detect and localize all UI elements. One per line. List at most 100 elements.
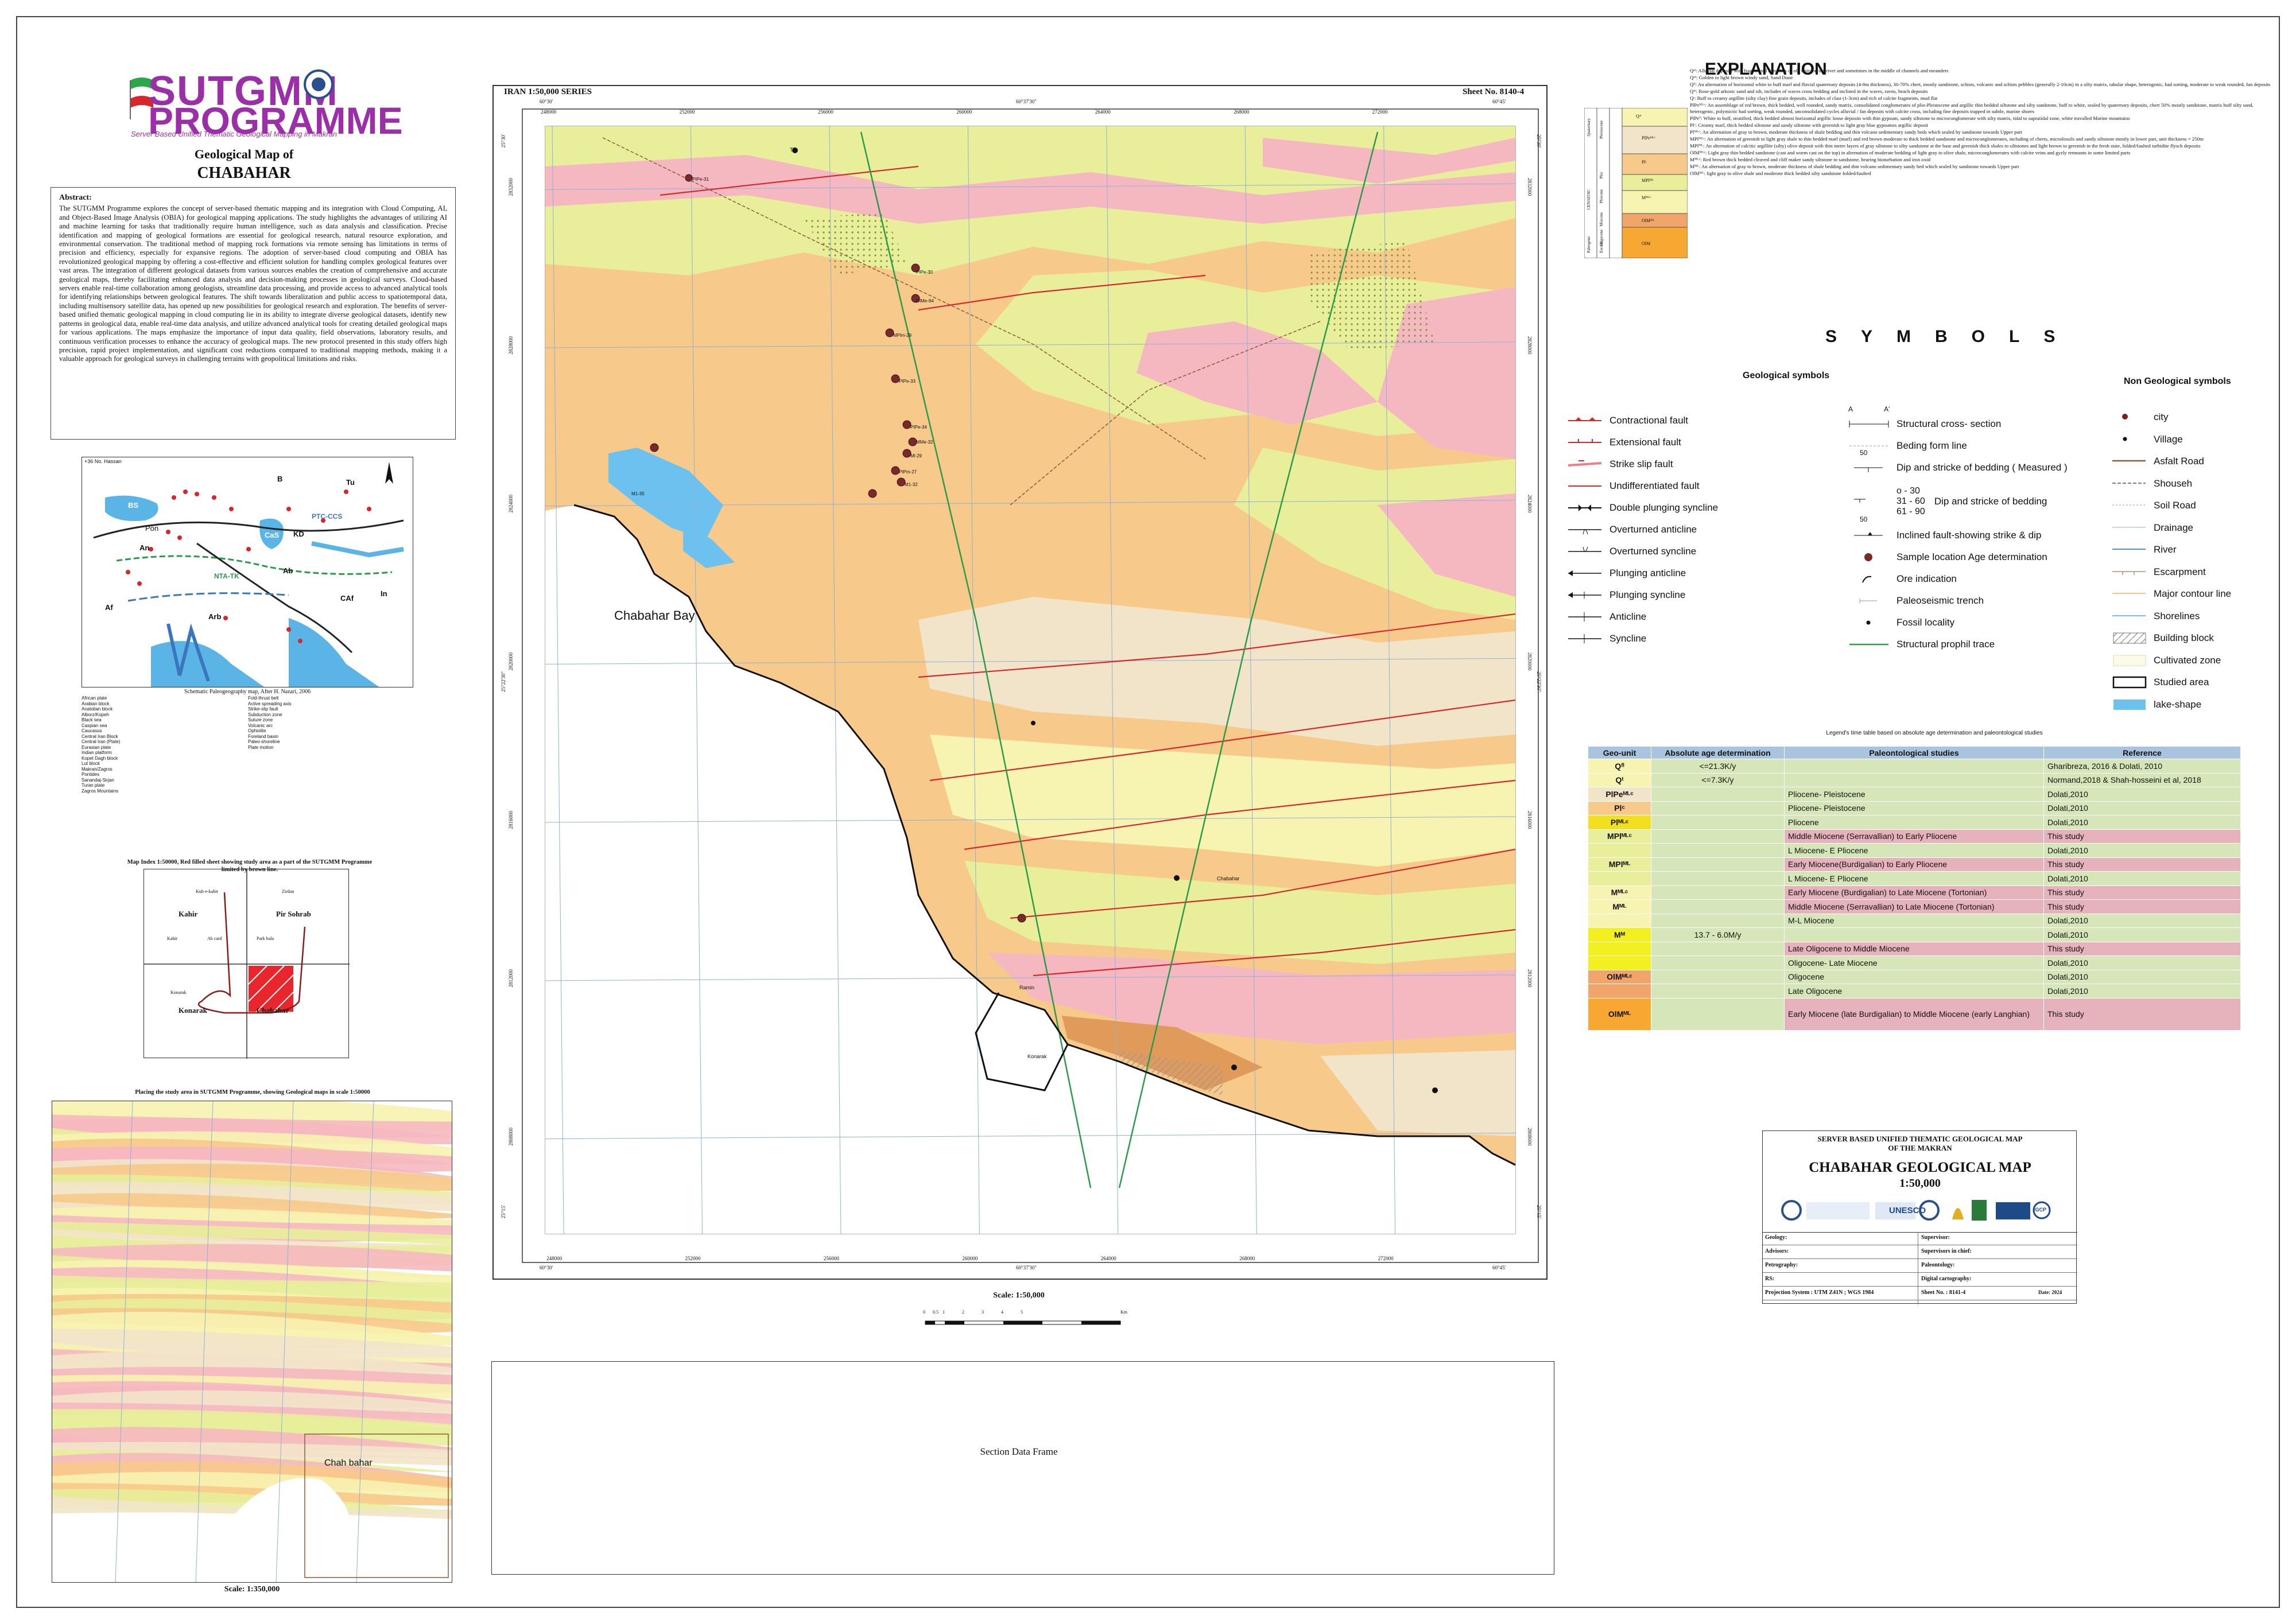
paleo-legend-item: Caspian sea xyxy=(82,722,107,728)
mid-lat: 25°22'30" xyxy=(501,671,506,692)
paleo-label: Ab xyxy=(283,566,293,575)
regional-place-label: Chah bahar xyxy=(324,1458,373,1468)
tb-row-line xyxy=(1763,1272,2077,1273)
nongeo-symbol-label: Major contour line xyxy=(2154,588,2232,600)
geo-symbol-row: Inclined fault-showing strike & dip xyxy=(1848,525,2101,546)
symbol-icon xyxy=(2113,699,2146,710)
table-cell-abs xyxy=(1651,997,1785,1031)
town-label: Chabahar xyxy=(1217,876,1240,881)
table-row: MPlᴹᴸᶜ Middle Miocene (Serravallian) to E… xyxy=(1588,829,2241,844)
geo-symbol-row: Fossil locality xyxy=(1848,612,2101,634)
table-cell-ref: Dolati,2010 xyxy=(2043,969,2241,984)
table-row: OlMᴹᴸᶜ Oligocene Dolati,2010 xyxy=(1588,969,2241,984)
tb-field-right: Paleontology: xyxy=(1921,1262,1955,1268)
northing-tick: 2824000 xyxy=(508,494,514,513)
symbol-icon xyxy=(1854,499,1865,503)
nongeo-symbol-label: Drainage xyxy=(2154,522,2193,533)
table-cell-ref: This study xyxy=(2043,829,2241,844)
tb-row-line xyxy=(1763,1286,2077,1287)
abstract-text: The SUTGMM Programme explores the concep… xyxy=(59,204,447,363)
explanation-line: Plᴹᴸᶜ: An alternation of gray to brown, … xyxy=(1690,129,2022,135)
tb-title: CHABAHAR GEOLOGICAL MAP xyxy=(1809,1160,2031,1175)
easting-tick: 260000 xyxy=(956,109,972,115)
index-cell-sub: Ab card xyxy=(207,936,222,941)
scale-bar xyxy=(925,1320,1121,1325)
table-row: OlMᴹᴸ Early Miocene (late Burdigalian) to… xyxy=(1588,997,2241,1031)
corner-lat: 25°30' xyxy=(501,134,506,148)
tb-date: Date: 2024 xyxy=(2038,1289,2062,1295)
geo-symbol-label: Syncline xyxy=(1609,633,1647,644)
explanation-line: Qᵐ: Rose-gold arkosic sand and silt, inc… xyxy=(1690,88,1928,94)
geo-symbol-row: Syncline xyxy=(1567,628,1825,650)
table-cell-abs xyxy=(1651,969,1785,984)
geo-symbol-label: Plunging syncline xyxy=(1609,589,1686,600)
northing-tick: 2832000 xyxy=(508,178,514,196)
table-row: Mᴹᴸ Middle Miocene (Serravallian) to Late… xyxy=(1588,899,2241,914)
north-arrow-icon xyxy=(385,462,393,484)
sample-label: MMe-32 xyxy=(916,440,933,445)
tb-field-right: Sheet No. : 8141-4 xyxy=(1921,1289,1966,1296)
scale-tick: 1 xyxy=(943,1310,945,1315)
symbol-icon xyxy=(1568,592,1601,599)
paleo-label: BS xyxy=(128,501,139,510)
table-row: Oligocene- Late Miocene Dolati,2010 xyxy=(1588,955,2241,970)
map-series: IRAN 1:50,000 SERIES xyxy=(504,87,592,96)
nongeo-symbol-label: River xyxy=(2154,544,2177,555)
table-cell-ref: Dolati,2010 xyxy=(2043,815,2241,830)
column-era: CENOZOIC xyxy=(1587,189,1591,210)
regional-scale: Scale: 1:350,000 xyxy=(224,1585,280,1594)
geo-symbol-label: Plunging anticline xyxy=(1609,568,1686,578)
column-unit: Plᶜ xyxy=(1642,160,1647,165)
symbol-icon xyxy=(2112,504,2146,506)
symbol-icon xyxy=(2123,437,2127,441)
index-cell-sub: Kuh-e-kahir xyxy=(196,889,219,894)
sample-label: PIPe-34 xyxy=(910,425,927,430)
geological-map[interactable] xyxy=(517,103,1544,1268)
table-row: Qᵗ <=7.3K/y Normand,2018 & Shah-hosseini e… xyxy=(1588,772,2241,787)
geo-symbol-row: Strike slip fault xyxy=(1567,453,1825,475)
table-cell-ref: Dolati,2010 xyxy=(2043,955,2241,970)
symbol-icon xyxy=(2112,571,2146,575)
table-cell-abs xyxy=(1651,941,1785,956)
geo-symbol-label: Sample location Age determination xyxy=(1896,551,2047,562)
easting-tick: 272000 xyxy=(1372,109,1388,115)
sample-label: M1-35 xyxy=(631,491,645,496)
geo-symbol-row: Extensional fault xyxy=(1567,432,1825,453)
table-row: Plᶜ Pliocene- Pleistocene Dolati,2010 xyxy=(1588,801,2241,815)
table-cell-pal xyxy=(1784,772,2044,787)
table-row: Qᶠˡ <=21.3K/y Gharibreza, 2016 & Dolati, 2… xyxy=(1588,759,2241,774)
paleo-label: Af xyxy=(105,603,113,612)
seal-icon xyxy=(304,69,333,99)
regional-map: Chah bahar xyxy=(52,1101,452,1583)
symbol-icon xyxy=(2112,593,2146,595)
tb-fields: Geology: Supervisor: Advisors: Supervisors … xyxy=(1763,1232,2077,1304)
paleo-legend-item: Pontides xyxy=(82,772,100,777)
geo-symbol-row: Structural cross- section xyxy=(1848,413,2101,435)
paleo-legend-right: Fold-thrust belt Active spreading axis Str… xyxy=(248,696,409,750)
table-cell-abs xyxy=(1651,815,1785,830)
table-cell-unit: MPlᴹᴸ xyxy=(1588,857,1651,872)
tb-field-right: Digital cartography: xyxy=(1921,1276,1972,1282)
corner-lat: 25°15' xyxy=(501,1205,506,1219)
symbol-icon xyxy=(1859,599,1877,603)
table-cell-abs xyxy=(1651,955,1785,970)
table-cell-abs xyxy=(1651,857,1785,872)
dip-value: 50 xyxy=(1860,515,1868,523)
table-header: Geo-unit xyxy=(1588,746,1651,759)
nongeo-symbol-row: River xyxy=(2111,539,2287,561)
table-cell-unit: OlMᴹᴸ xyxy=(1588,997,1651,1031)
table-cell-abs xyxy=(1651,787,1785,802)
geo-symbol-row: Overturned syncline xyxy=(1567,541,1825,562)
nongeo-symbol-label: Building block xyxy=(2154,632,2214,644)
table-cell-pal: Oligocene xyxy=(1784,969,2044,984)
paleo-legend-item: Ophiolite xyxy=(248,728,266,733)
paleo-legend-item: Central Iran Block xyxy=(82,733,118,739)
table-row: Late Oligocene to Middle Miocene This stu… xyxy=(1588,941,2241,956)
explanation-line: Plᶜ: Creamy marl, thick bedded siltstone… xyxy=(1690,122,1928,128)
column-unit: PlPeᴹᴸᶜ xyxy=(1642,135,1656,141)
paleo-label: An xyxy=(139,543,150,552)
sample-label: PIPe-30 xyxy=(916,270,933,275)
column-unit: MPlᴹᴸ xyxy=(1642,178,1654,183)
geo-symbol-label: Structural prophil trace xyxy=(1896,639,1995,650)
paleo-label: In xyxy=(381,589,387,598)
